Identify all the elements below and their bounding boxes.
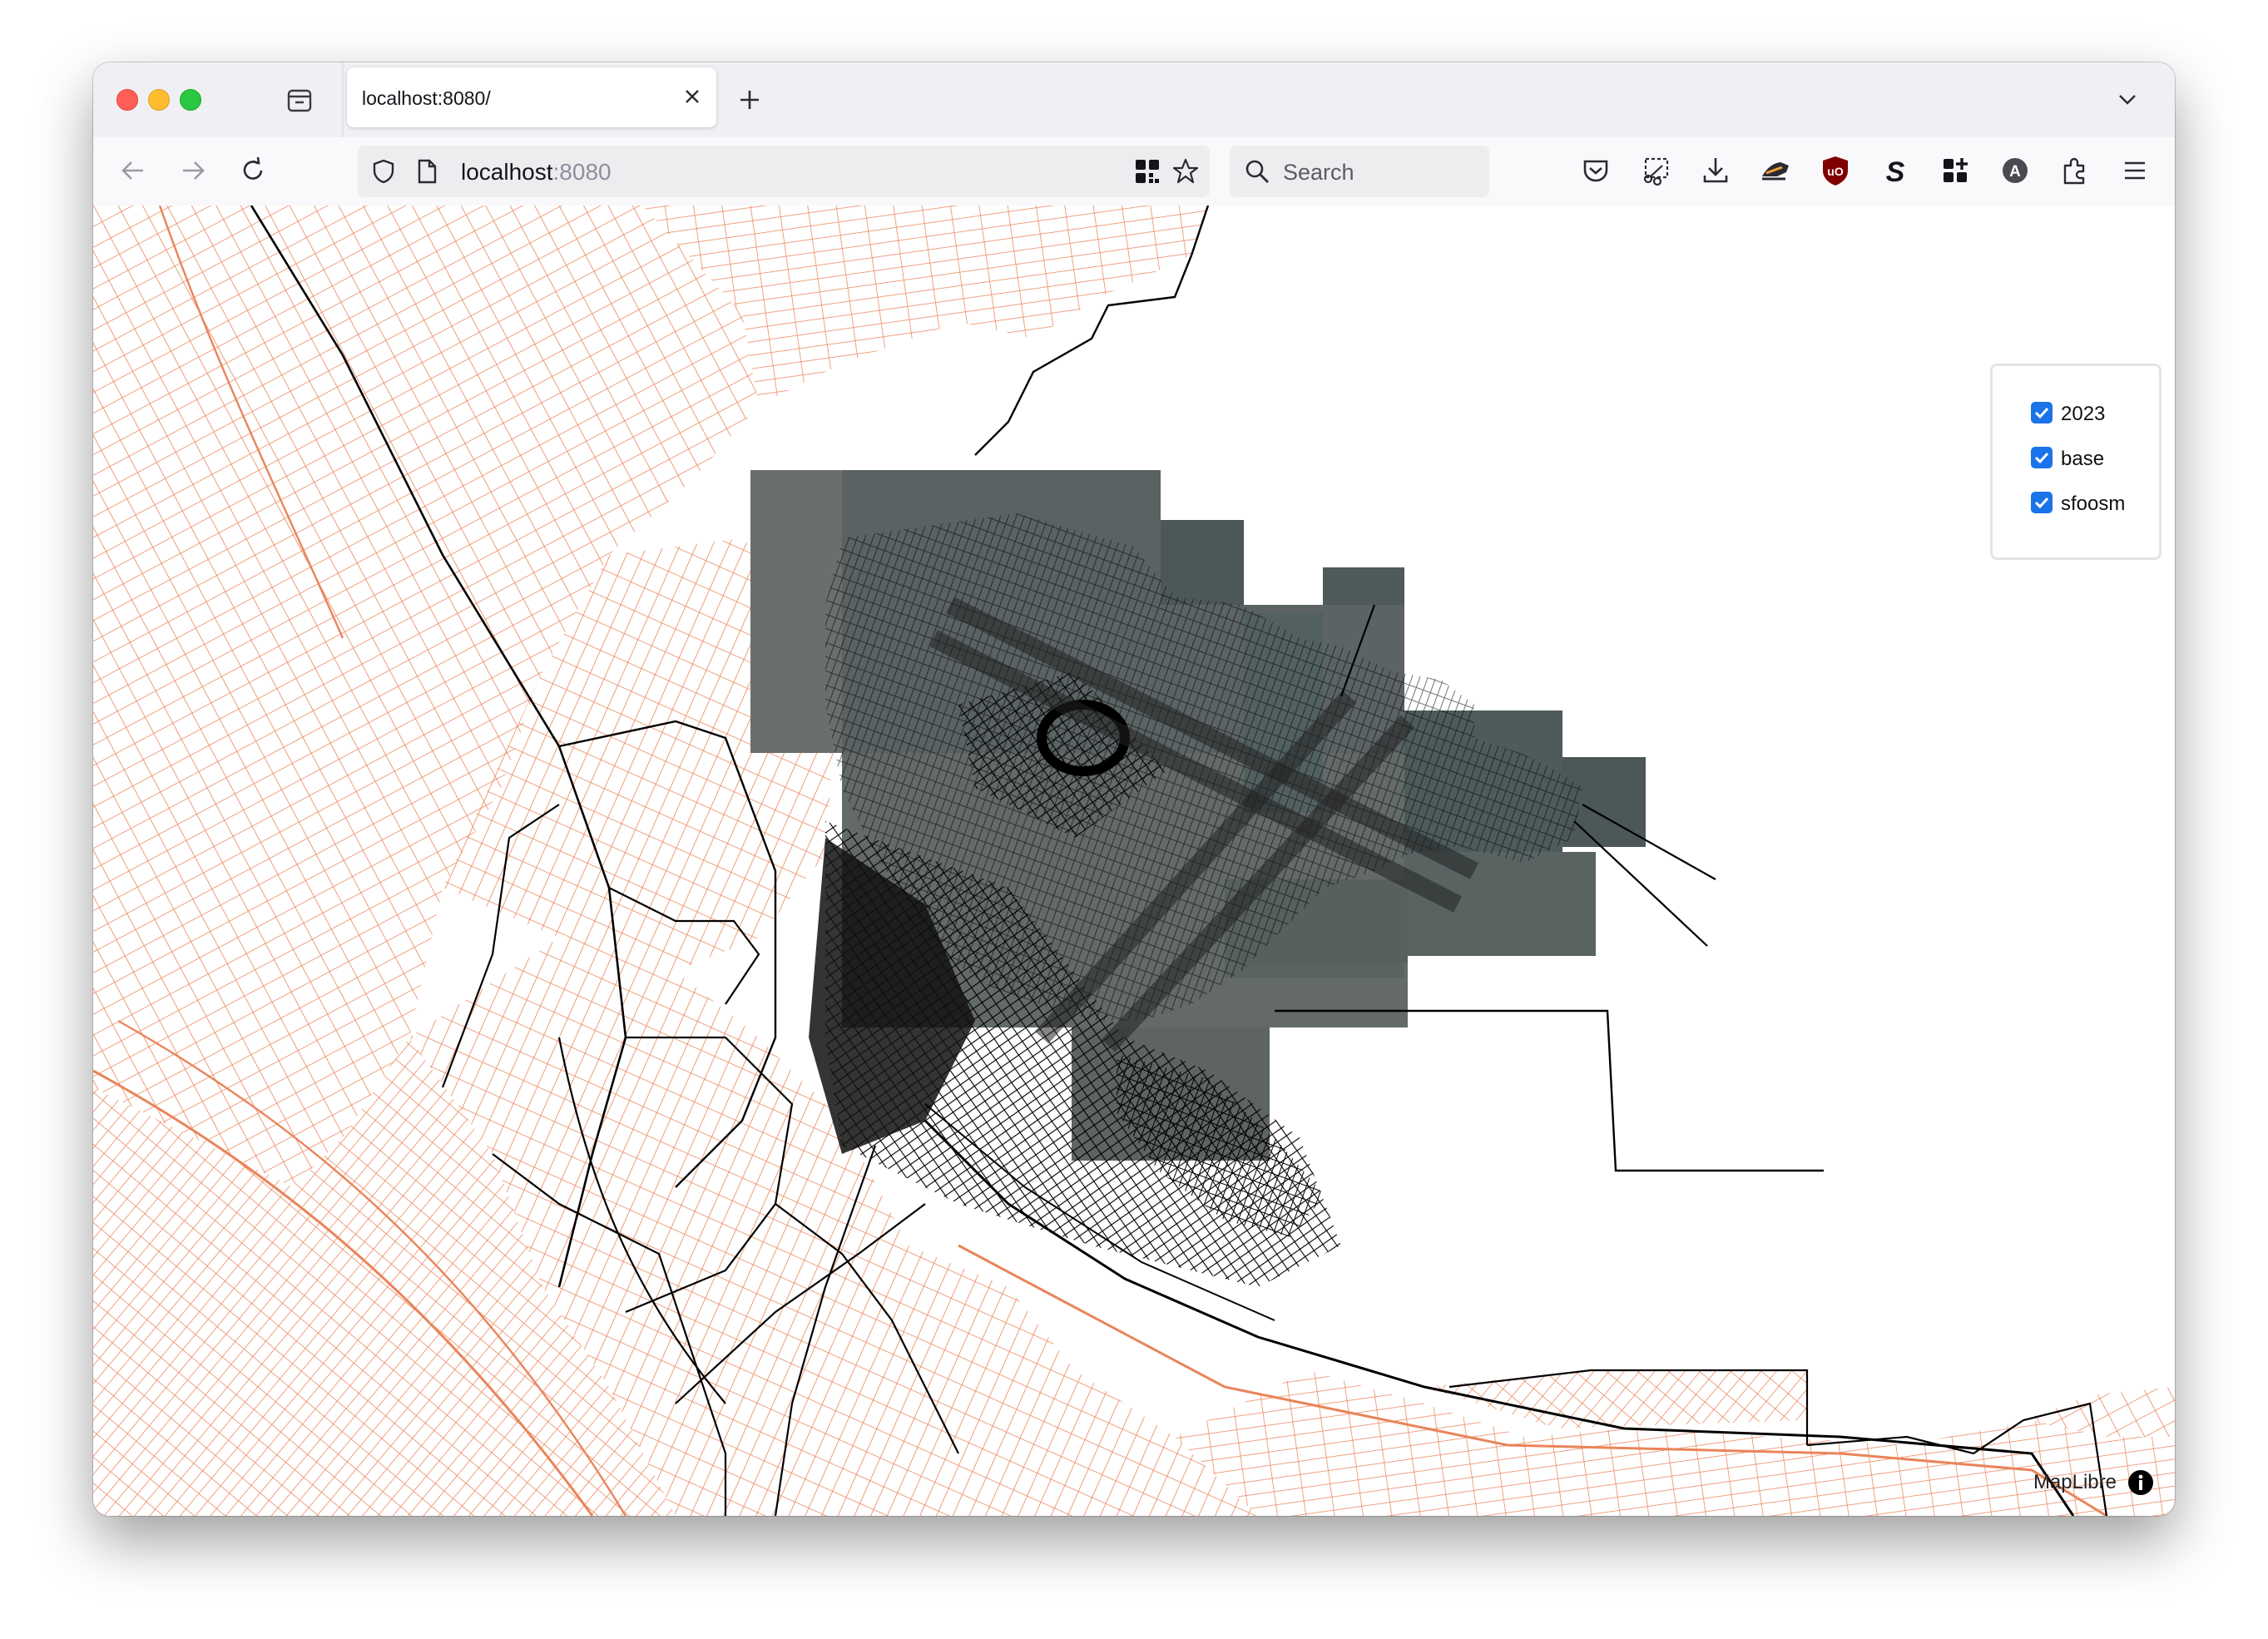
search-icon [1243,157,1271,186]
arrow-left-icon[interactable] [116,154,150,187]
close-window-button[interactable] [116,89,138,111]
account-a-icon[interactable]: A [1998,154,2032,187]
layer-checkbox-sfoosm[interactable] [2031,492,2053,513]
layer-label-2023: 2023 [2061,403,2106,425]
search-placeholder: Search [1283,160,1354,185]
qr-code-icon[interactable] [1133,157,1161,186]
tab-separator [342,62,344,137]
map-layers [93,205,2175,1516]
minimize-window-button[interactable] [148,89,170,111]
new-tab-button[interactable] [734,84,765,116]
shield-icon[interactable] [369,157,398,186]
navigation-toolbar: localhost:8080 Search uO S A [93,137,2175,206]
arrow-right-icon[interactable] [176,154,210,187]
svg-text:S: S [1886,156,1905,187]
tab-list-icon[interactable] [285,86,314,116]
ublock-origin-icon[interactable]: uO [1819,154,1852,187]
pocket-icon[interactable] [1579,154,1612,187]
checkmark-icon [2034,407,2049,419]
s-letter-icon[interactable]: S [1879,154,1912,188]
chevron-down-icon[interactable] [2115,87,2140,112]
plus-icon [740,91,759,109]
layer-checkbox-2023[interactable] [2031,402,2053,423]
svg-text:A: A [2009,163,2021,181]
address-bar[interactable]: localhost:8080 [358,146,1210,197]
search-bar[interactable]: Search [1230,146,1489,197]
puzzle-icon[interactable] [2058,154,2092,187]
screenshot-icon[interactable] [1639,154,1672,187]
checkmark-icon [2034,497,2049,509]
download-icon[interactable] [1699,154,1732,187]
url-port: :8080 [552,159,612,185]
hamburger-menu-icon[interactable] [2118,154,2152,187]
attribution-text[interactable]: MapLibre [2033,1471,2117,1494]
browser-window: localhost:8080/ localhost:8080 Search uO… [93,62,2175,1516]
reload-icon[interactable] [236,154,270,187]
grid-plus-icon[interactable] [1939,154,1972,187]
shoe-icon[interactable] [1759,154,1792,187]
map-canvas[interactable]: 2023 base sfoosm MapLibre [93,205,2175,1516]
url-host: localhost [461,159,553,185]
page-icon[interactable] [413,157,441,186]
url-text[interactable]: localhost:8080 [461,159,612,186]
svg-text:uO: uO [1827,165,1844,178]
close-icon[interactable] [680,84,705,109]
layer-label-sfoosm: sfoosm [2061,493,2126,515]
star-icon[interactable] [1171,157,1200,186]
info-icon[interactable] [2127,1468,2155,1497]
tab-bar: localhost:8080/ [93,62,2175,137]
checkmark-icon [2034,452,2049,464]
tab-title: localhost:8080/ [362,87,491,109]
layer-label-base: base [2061,448,2105,470]
layer-control-panel: 2023 base sfoosm [1990,364,2162,560]
tab-active[interactable]: localhost:8080/ [347,67,716,127]
map-attribution[interactable]: MapLibre [2033,1466,2155,1499]
zoom-window-button[interactable] [180,89,201,111]
layer-checkbox-base[interactable] [2031,447,2053,468]
